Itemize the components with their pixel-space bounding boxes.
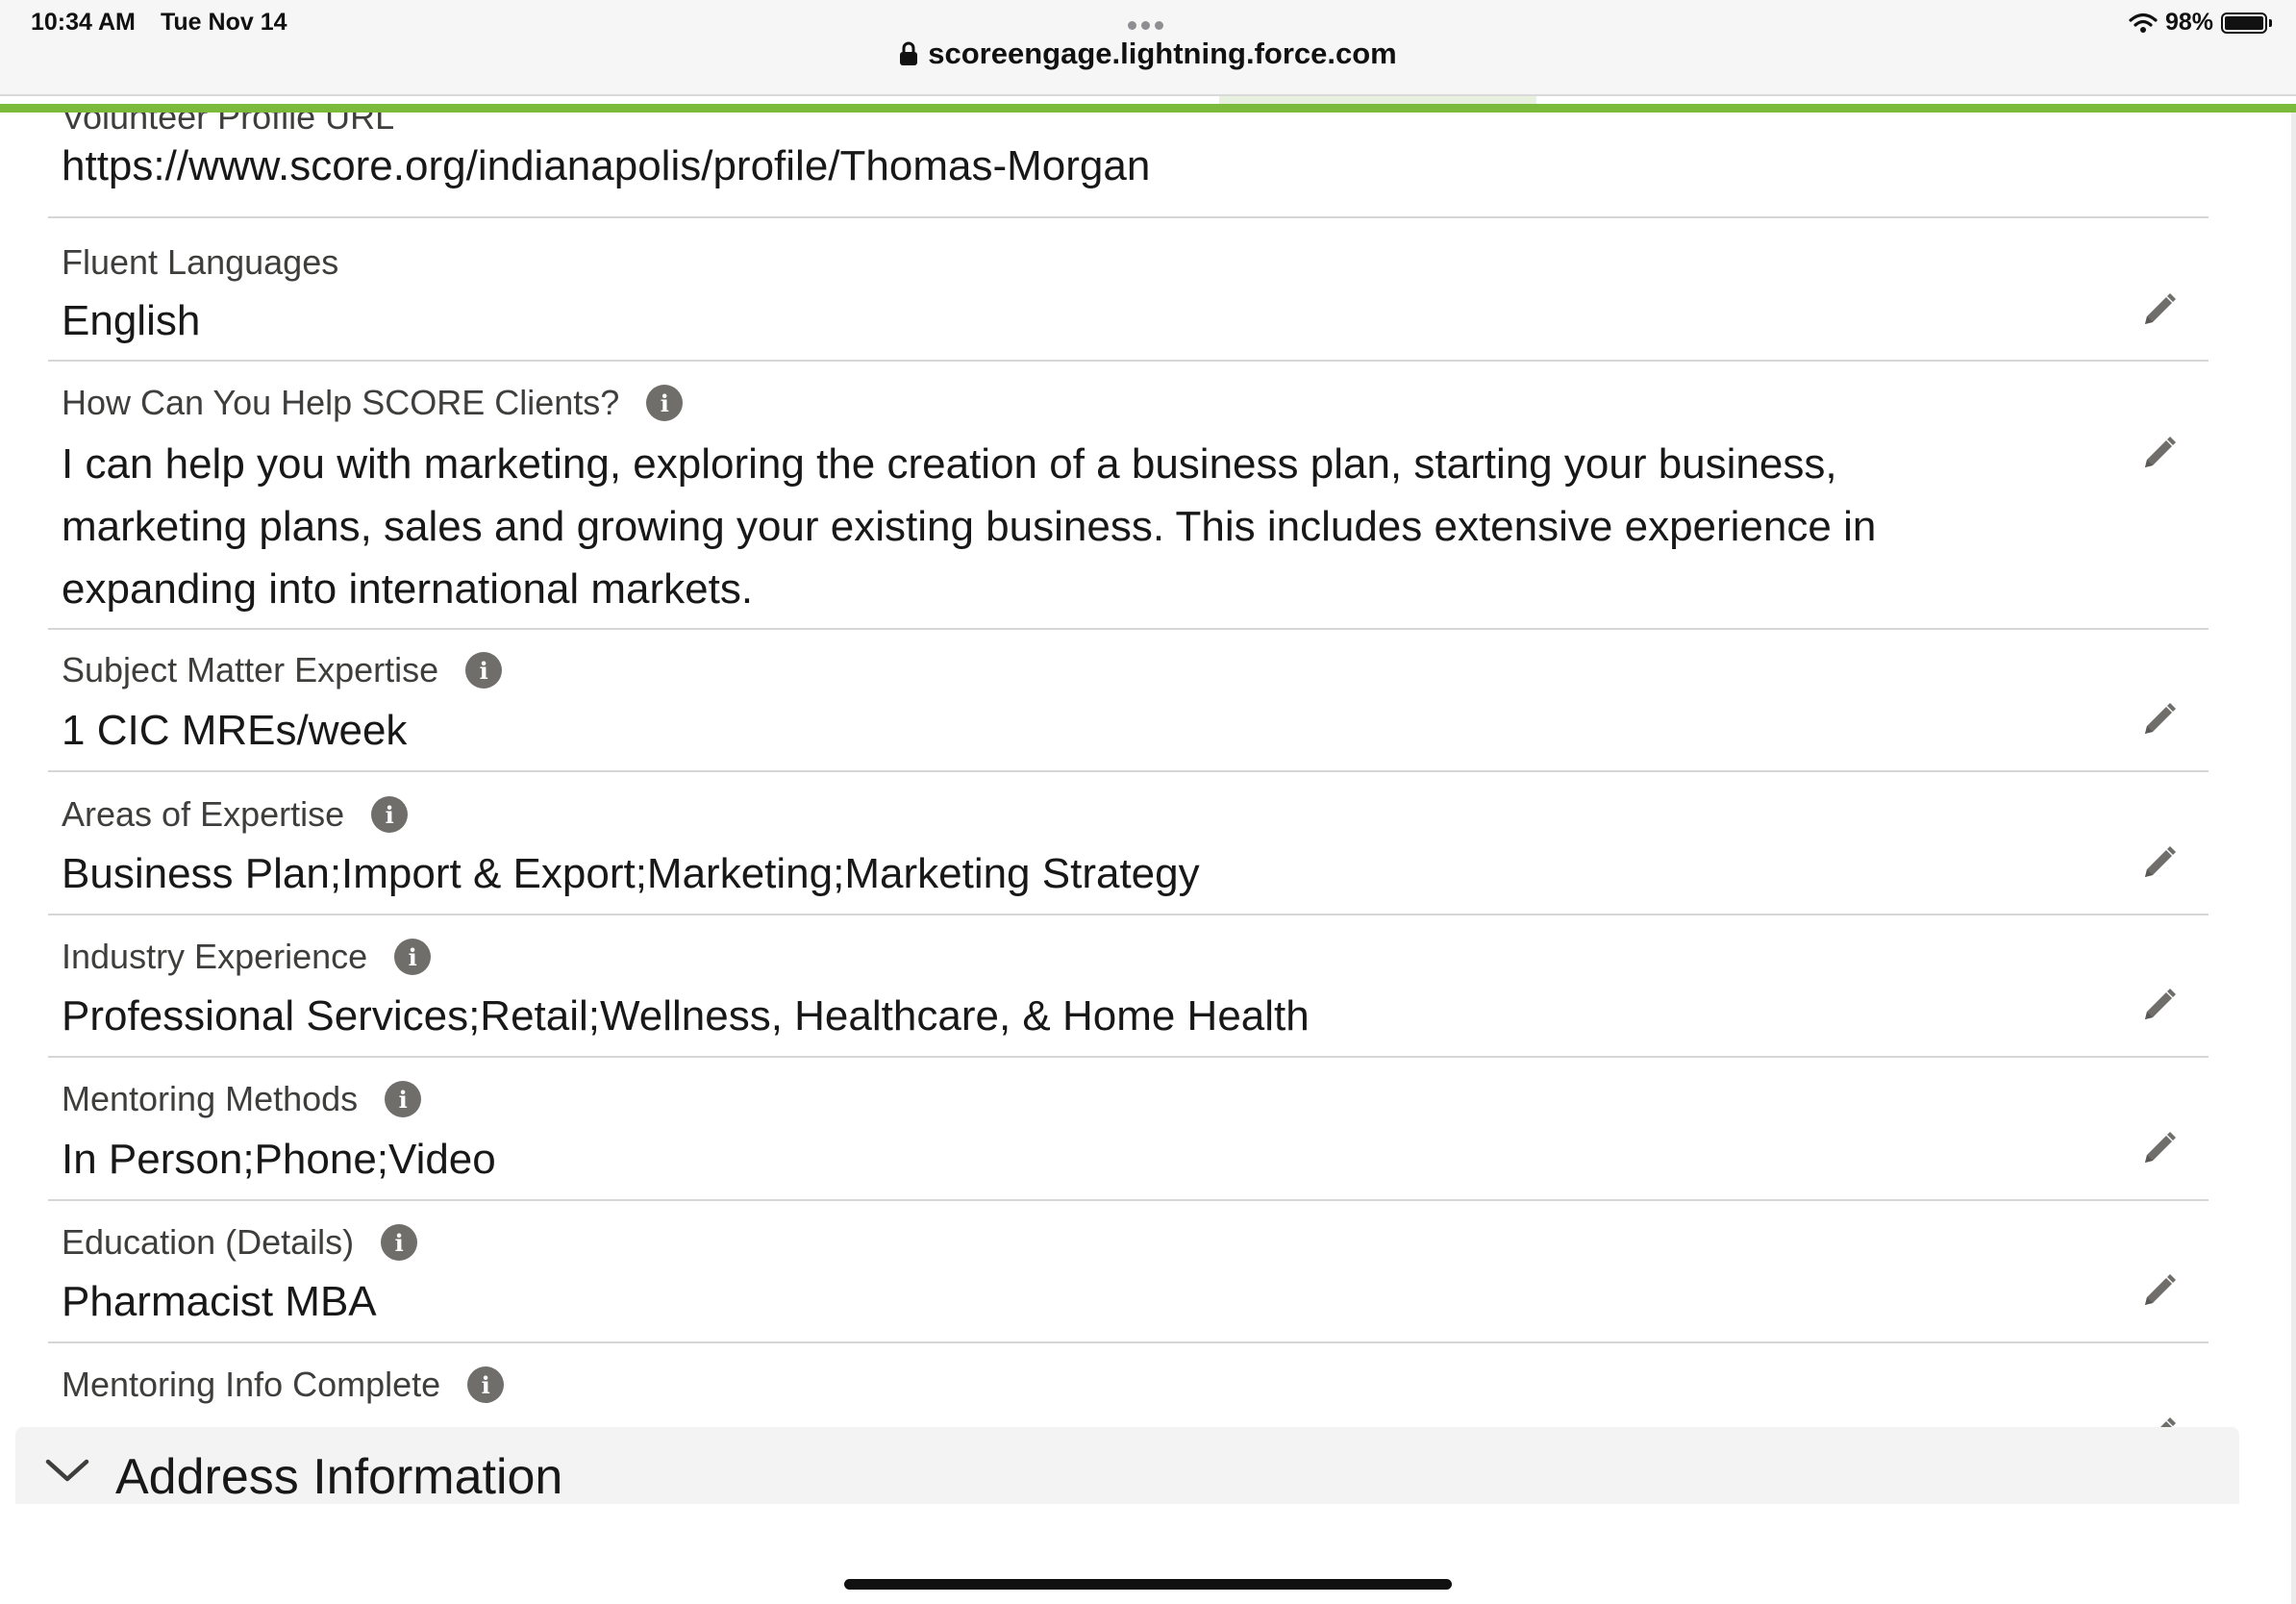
field-how-can-you-help: How Can You Help SCORE Clients? i I can h…	[48, 362, 2209, 630]
section-title: Address Information	[115, 1449, 563, 1505]
field-label: How Can You Help SCORE Clients?	[62, 383, 620, 422]
pencil-icon[interactable]	[2137, 699, 2180, 741]
info-icon[interactable]: i	[371, 796, 409, 833]
pencil-icon[interactable]	[2137, 1128, 2180, 1170]
field-label: Industry Experience	[62, 937, 368, 976]
field-label: Areas of Expertise	[62, 794, 345, 834]
pencil-icon[interactable]	[2137, 1270, 2180, 1313]
progress-glow	[1219, 96, 1536, 104]
wifi-icon	[2129, 13, 2158, 33]
field-value: 1 CIC MREs/week	[62, 707, 408, 754]
address-bar[interactable]: scoreengage.lightning.force.com	[0, 37, 2296, 71]
chevron-down-icon	[45, 1459, 89, 1482]
pencil-icon[interactable]	[2137, 985, 2180, 1027]
field-label: Fluent Languages	[62, 242, 339, 282]
field-volunteer-profile-url: Volunteer Profile URL https://www.score.…	[48, 113, 2209, 218]
record-detail-content: Volunteer Profile URL https://www.score.…	[0, 113, 2296, 1604]
battery-icon	[2221, 12, 2272, 34]
info-icon[interactable]: i	[467, 1366, 505, 1403]
status-time: 10:34 AM	[31, 9, 136, 36]
field-value: I can help you with marketing, exploring…	[62, 440, 1877, 613]
battery-percent: 98%	[2164, 9, 2213, 36]
multitasking-dots-icon[interactable]	[1128, 17, 1170, 30]
lock-icon	[900, 41, 918, 65]
scroll-edge	[2291, 113, 2296, 1604]
status-indicators: 98%	[2129, 9, 2272, 37]
field-industry-experience: Industry Experience i Professional Servic…	[48, 915, 2209, 1058]
pencil-icon[interactable]	[2137, 842, 2180, 885]
field-value: Professional Services;Retail;Wellness, H…	[62, 992, 1310, 1040]
status-date: Tue Nov 14	[161, 9, 287, 36]
field-value: English	[62, 297, 201, 344]
field-subject-matter-expertise: Subject Matter Expertise i 1 CIC MREs/wee…	[48, 630, 2209, 772]
field-value: Pharmacist MBA	[62, 1278, 377, 1325]
profile-url-link[interactable]: https://www.score.org/indianapolis/profi…	[62, 135, 2033, 197]
chrome-divider	[0, 94, 2296, 96]
field-value: Business Plan;Import & Export;Marketing;…	[62, 850, 1200, 897]
info-icon[interactable]: i	[646, 385, 684, 421]
field-label: Mentoring Methods	[62, 1079, 359, 1118]
field-fluent-languages: Fluent Languages English	[48, 218, 2209, 362]
info-icon[interactable]: i	[381, 1224, 418, 1261]
info-icon[interactable]: i	[385, 1081, 422, 1117]
field-label: Mentoring Info Complete	[62, 1365, 441, 1404]
info-icon[interactable]: i	[465, 652, 503, 689]
field-mentoring-methods: Mentoring Methods i In Person;Phone;Video	[48, 1058, 2209, 1201]
home-indicator[interactable]	[844, 1579, 1452, 1590]
section-address-information[interactable]: Address Information	[15, 1427, 2239, 1505]
browser-chrome: 10:34 AM Tue Nov 14 scoreengage.lightnin…	[0, 0, 2296, 96]
field-label: Education (Details)	[62, 1222, 355, 1262]
info-icon[interactable]: i	[394, 939, 432, 975]
field-education-details: Education (Details) i Pharmacist MBA	[48, 1201, 2209, 1343]
page-load-progress-bar	[0, 104, 2296, 113]
field-label: Subject Matter Expertise	[62, 650, 439, 689]
field-areas-of-expertise: Areas of Expertise i Business Plan;Import…	[48, 772, 2209, 915]
pencil-icon[interactable]	[2137, 433, 2180, 475]
url-text: scoreengage.lightning.force.com	[928, 37, 1397, 70]
field-value: In Person;Phone;Video	[62, 1136, 496, 1183]
pencil-icon[interactable]	[2137, 289, 2180, 332]
